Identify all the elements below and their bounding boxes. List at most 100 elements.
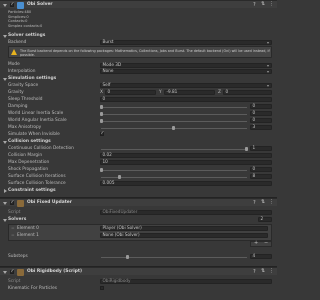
help-icon[interactable]: ? [253,2,256,8]
preset-icon[interactable]: ⇅ [261,2,265,7]
solvers-count-field[interactable]: 2 [258,217,272,222]
backend-dropdown[interactable]: Burst [100,40,272,45]
more-options-icon[interactable]: ⋮ [269,2,274,7]
solver-settings-section[interactable]: Solver settings [8,33,45,38]
continuous-collision-label: Continuous Collision Detection [8,145,74,151]
rigidbody-enabled-checkbox[interactable] [10,270,14,274]
collision-settings-foldout-icon[interactable] [3,140,7,144]
solver-icon [17,1,24,9]
fixed-updater-enabled-checkbox[interactable] [10,201,14,205]
surface-tolerance-field[interactable]: 0.005 [100,181,272,186]
element-1-field[interactable]: None (Obi Solver) [100,233,268,238]
solver-component-header[interactable]: Obi Solver ? ⇅ ⋮ [0,0,277,9]
fixed-updater-script-field[interactable]: ObiFixedUpdater [100,210,272,215]
gravity-z-field[interactable]: 0 [223,90,272,95]
preset-icon[interactable]: ⇅ [261,200,265,205]
damping-slider[interactable] [101,106,247,108]
max-anisotropy-knob[interactable] [172,125,175,130]
drag-handle-icon[interactable]: = [11,226,15,231]
sleep-threshold-label: Sleep Threshold [8,96,43,102]
shock-propagation-field[interactable]: 0 [250,167,272,172]
gravity-space-dropdown[interactable]: Self [100,83,272,88]
help-icon[interactable]: ? [253,269,256,275]
script-icon [17,268,24,276]
solver-title: Obi Solver [27,2,53,7]
element-0-label: Element 0 [17,225,39,231]
world-linear-inertia-slider[interactable] [101,113,247,115]
collision-margin-field[interactable]: 0.02 [100,153,272,158]
stat-simplex-contacts: Simplex contacts:0 [8,23,43,28]
help-icon[interactable]: ? [253,200,256,206]
interpolation-label: Interpolation [8,68,36,74]
max-depenetration-field[interactable]: 10 [100,160,272,165]
gravity-x-label[interactable]: X [100,90,103,95]
simulate-invisible-label: Simulate When Invisible [8,131,60,137]
shock-propagation-slider[interactable] [101,169,247,171]
gravity-z-label[interactable]: Z [218,90,221,95]
substeps-field[interactable]: 4 [250,254,272,259]
rigidbody-component-header[interactable]: Obi Rigidbody (Script) ? ⇅ ⋮ [0,267,277,276]
damping-field[interactable]: 0 [250,104,272,109]
simulation-settings-foldout-icon[interactable] [3,77,7,81]
gravity-y-field[interactable]: -9.81 [164,90,215,95]
interpolation-dropdown[interactable]: None [100,69,272,74]
surface-tolerance-label: Surface Collision Tolerance [8,180,66,186]
fixed-updater-title: Obi Fixed Updater [27,200,72,205]
world-linear-inertia-field[interactable]: 0 [250,111,272,116]
surface-iterations-label: Surface Collision Iterations [8,173,66,179]
element-0-field[interactable]: Player (Obi Solver) [100,226,268,231]
kinematic-checkbox[interactable] [100,286,104,290]
damping-slider-knob[interactable] [100,104,103,109]
script-icon [17,199,24,207]
world-angular-inertia-field[interactable]: 0 [250,118,272,123]
preset-icon[interactable]: ⇅ [261,269,265,274]
shock-propagation-knob[interactable] [100,167,103,172]
simulation-settings-section[interactable]: Simulation settings [8,76,56,81]
world-angular-inertia-label: World Angular Inertia Scale [8,117,67,123]
continuous-collision-field[interactable]: 1 [250,146,272,151]
drag-handle-icon[interactable]: = [11,233,15,238]
continuous-collision-knob[interactable] [245,146,248,151]
sleep-threshold-field[interactable]: 0 [100,97,272,102]
world-linear-inertia-label: World Linear Inertia Scale [8,110,64,116]
solver-enabled-checkbox[interactable] [10,3,14,7]
mode-label: Mode [8,62,20,67]
solvers-list-label[interactable]: Solvers [8,217,26,222]
warning-icon [11,49,17,55]
foldout-arrow-icon[interactable] [3,271,7,274]
remove-element-button[interactable]: − [264,241,268,246]
constraint-settings-foldout-icon[interactable] [3,188,7,193]
solver-settings-foldout-icon[interactable] [3,34,7,38]
gravity-y-label[interactable]: Y [159,90,162,95]
solvers-foldout-icon[interactable] [3,218,7,222]
more-options-icon[interactable]: ⋮ [269,269,274,274]
add-element-button[interactable]: + [254,241,258,246]
substeps-label: Substeps [8,253,28,259]
damping-label: Damping [8,103,28,109]
surface-iterations-knob[interactable] [118,174,121,179]
world-angular-inertia-slider[interactable] [101,120,247,122]
foldout-arrow-icon[interactable] [3,4,7,7]
surface-iterations-field[interactable]: 8 [250,174,272,179]
world-linear-inertia-knob[interactable] [100,111,103,116]
simulate-invisible-checkbox[interactable] [100,132,104,136]
burst-warning-box: The Burst backend depends on the followi… [8,46,272,58]
substeps-slider[interactable] [101,256,247,258]
surface-iterations-slider[interactable] [101,176,247,178]
more-options-icon[interactable]: ⋮ [269,200,274,205]
rigidbody-title: Obi Rigidbody (Script) [27,269,82,274]
max-anisotropy-field[interactable]: 3 [250,125,272,130]
substeps-knob[interactable] [126,254,129,259]
max-depenetration-label: Max Depenetration [8,159,50,165]
constraint-settings-section[interactable]: Constraint settings [8,188,56,193]
fixed-updater-component-header[interactable]: Obi Fixed Updater ? ⇅ ⋮ [0,198,277,207]
rigidbody-script-field[interactable]: ObiRigidbody [100,279,272,284]
collision-settings-section[interactable]: Collision settings [8,139,51,144]
fixed-updater-script-label: Script [8,209,21,215]
element-1-label: Element 1 [17,232,39,238]
continuous-collision-slider[interactable] [101,148,247,150]
mode-dropdown[interactable]: Mode 3D [100,62,272,68]
world-angular-inertia-knob[interactable] [100,118,103,123]
gravity-x-field[interactable]: 0 [105,90,156,95]
foldout-arrow-icon[interactable] [3,202,7,205]
